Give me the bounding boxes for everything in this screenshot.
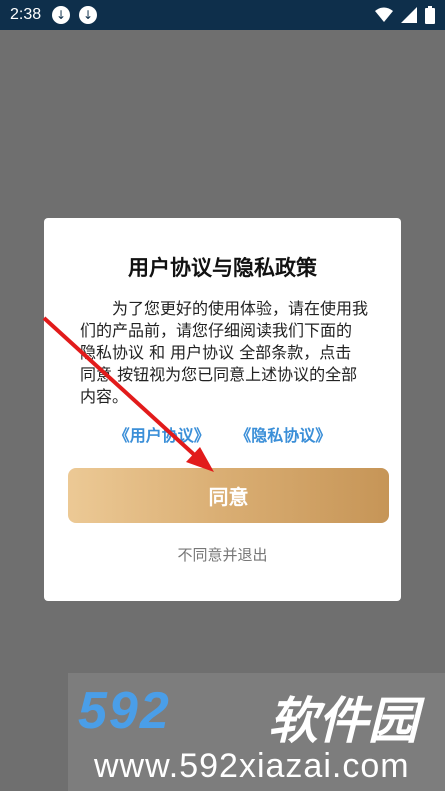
agree-button[interactable]: 同意 xyxy=(68,468,389,523)
watermark-logo-text: 软件园 xyxy=(268,692,418,750)
battery-icon xyxy=(425,6,435,24)
user-agreement-link[interactable]: 《用户协议》 xyxy=(114,426,210,445)
watermark: 592 软件园 www.592xiazai.com xyxy=(68,673,445,791)
dialog-title: 用户协议与隐私政策 xyxy=(128,256,317,280)
watermark-url: www.592xiazai.com xyxy=(94,747,410,785)
wifi-icon xyxy=(375,7,393,22)
disagree-exit-button[interactable]: 不同意并退出 xyxy=(44,544,401,565)
privacy-policy-link[interactable]: 《隐私协议》 xyxy=(235,426,331,445)
dialog-body-text: 为了您更好的使用体验，请在使用我们的产品前，请您仔细阅读我们下面的 隐私协议 和… xyxy=(80,299,369,406)
download-icon: ↓ xyxy=(79,6,97,24)
signal-icon xyxy=(401,7,417,23)
privacy-dialog: 用户协议与隐私政策 为了您更好的使用体验，请在使用我们的产品前，请您仔细阅读我们… xyxy=(44,218,401,601)
watermark-logo-number: 592 xyxy=(78,682,171,740)
download-icon: ↓ xyxy=(52,6,70,24)
status-time: 2:38 xyxy=(10,6,42,23)
status-bar: 2:38 ↓ ↓ xyxy=(0,0,445,30)
agreement-links: 《用户协议》 《隐私协议》 xyxy=(44,422,401,446)
status-icons xyxy=(375,6,435,24)
